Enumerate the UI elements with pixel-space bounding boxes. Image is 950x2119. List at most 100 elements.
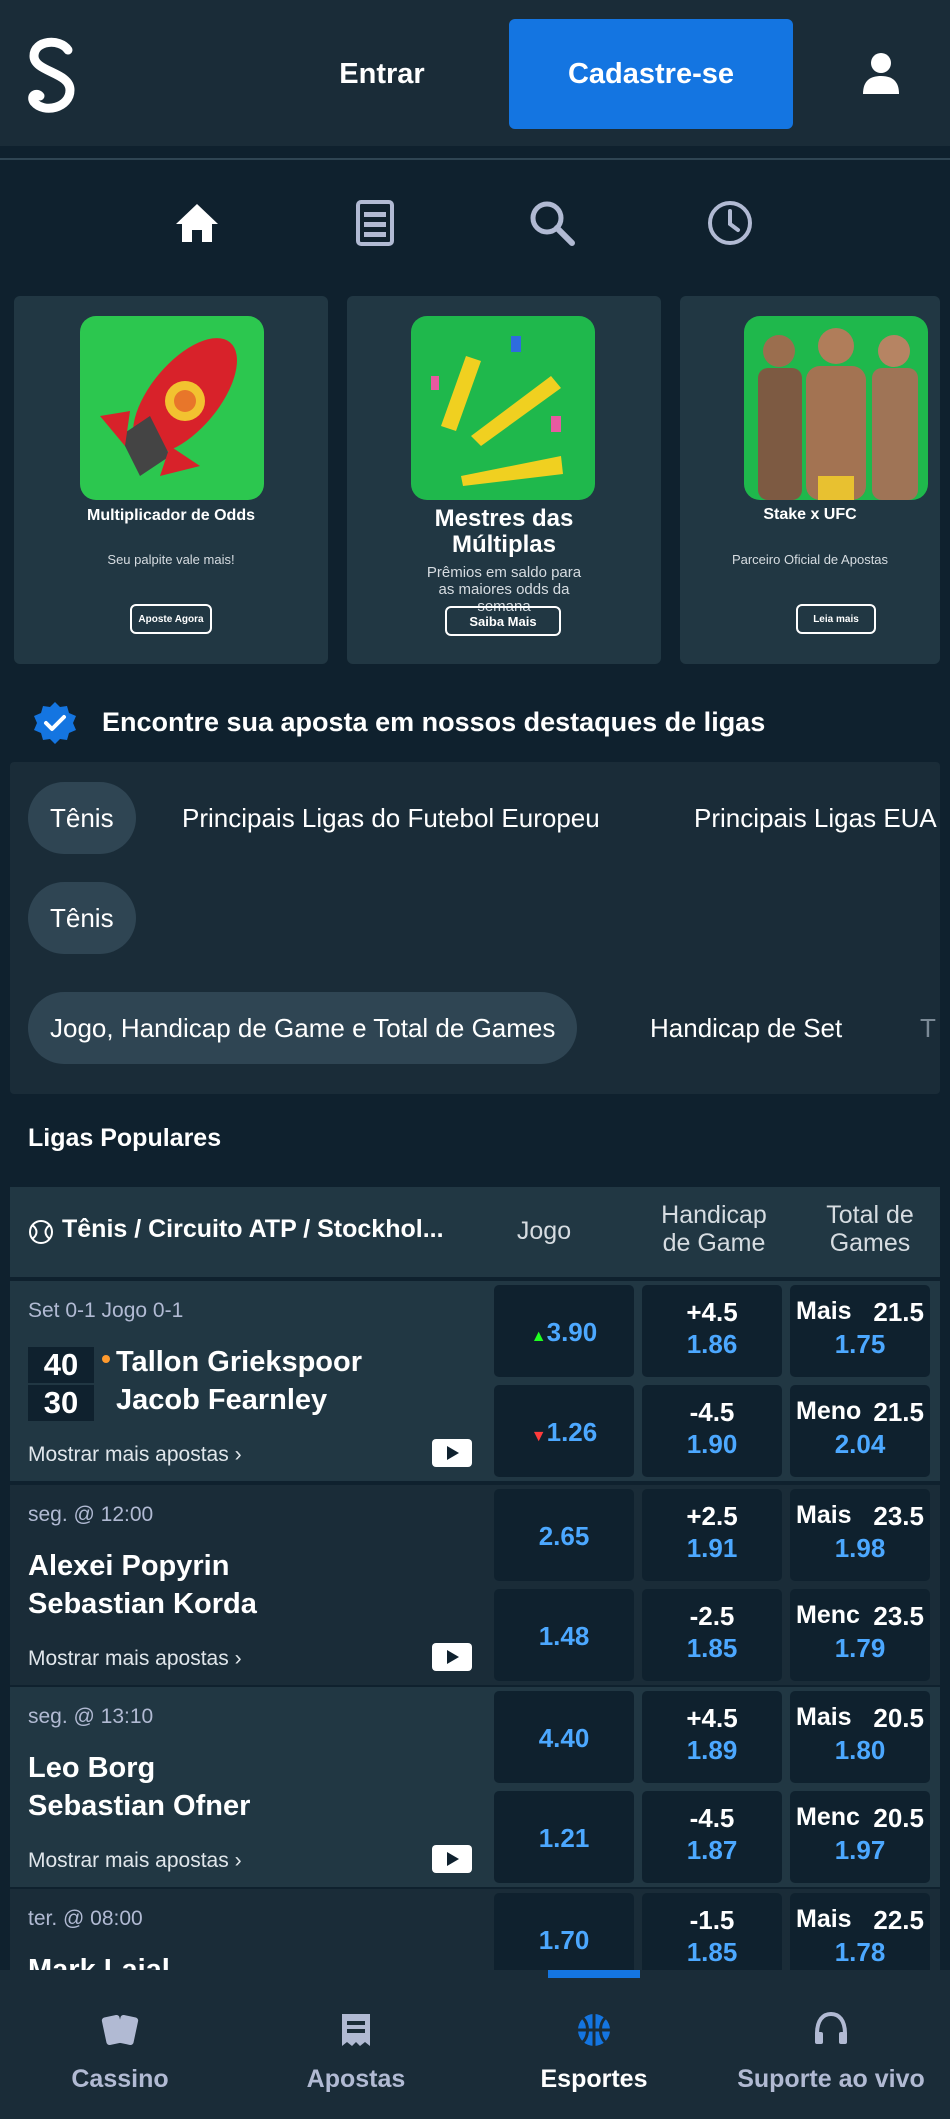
odd-jogo-1[interactable]: 4.40	[494, 1691, 634, 1783]
chip-market-jogo[interactable]: Jogo, Handicap de Game e Total de Games	[28, 992, 578, 1064]
tennis-ball-icon	[29, 1220, 53, 1244]
chip-market-more[interactable]: T	[916, 992, 940, 1064]
user-icon[interactable]	[861, 52, 901, 94]
handicap-line: +4.5	[686, 1297, 738, 1327]
bottom-nav-label: Apostas	[306, 2065, 406, 2093]
col-header-total-line2: Games	[829, 1229, 911, 1257]
total-odd: 1.97	[834, 1835, 886, 1865]
handicap-line: -4.5	[689, 1803, 735, 1833]
total-label: Meno	[796, 1397, 862, 1425]
odd-jogo-1[interactable]: 2.65	[494, 1489, 634, 1581]
odd-value: ▼1.26	[530, 1417, 598, 1447]
odd-total-over[interactable]: Mais 22.5 1.78	[790, 1893, 930, 1970]
rocket-image	[80, 316, 264, 500]
total-line: 21.5	[873, 1397, 924, 1427]
match-time: ter. @ 08:00	[28, 1907, 143, 1930]
headset-icon	[815, 2011, 847, 2044]
more-bets-link[interactable]: Mostrar mais apostas ›	[28, 1647, 242, 1671]
odd-jogo-1[interactable]: ▲3.90	[494, 1285, 634, 1377]
team2-name: Sebastian Korda	[28, 1588, 257, 1620]
total-odd: 1.79	[834, 1633, 886, 1663]
clock-icon[interactable]	[705, 198, 755, 248]
promo-card[interactable]: Multiplicador de Odds Seu palpite vale m…	[14, 296, 328, 664]
match-row[interactable]: Set 0-1 Jogo 0-1 40 30 Tallon Griekspoor…	[10, 1281, 940, 1481]
bottom-nav-esportes[interactable]: Esportes	[514, 1970, 674, 2119]
odd-jogo-2[interactable]: ▼1.26	[494, 1385, 634, 1477]
betslip-icon[interactable]	[350, 198, 400, 248]
odd-total-over[interactable]: Mais 21.5 1.75	[790, 1285, 930, 1377]
odd-handicap-2[interactable]: -4.5 1.90	[642, 1385, 782, 1477]
odd-value: 4.40	[538, 1723, 590, 1753]
league-name[interactable]: Tênis / Circuito ATP / Stockhol...	[62, 1215, 444, 1244]
match-row[interactable]: ter. @ 08:00 Mark Lajal 1.70 -1.5 1.85 M…	[10, 1889, 940, 1970]
total-line: 22.5	[873, 1905, 924, 1935]
col-header-handicap-line2: de Game	[662, 1229, 766, 1257]
odd-handicap-1[interactable]: +4.5 1.86	[642, 1285, 782, 1377]
odd-total-under[interactable]: Meno 21.5 2.04	[790, 1385, 930, 1477]
stake-logo[interactable]	[24, 36, 80, 116]
search-icon[interactable]	[527, 198, 577, 248]
more-bets-link[interactable]: Mostrar mais apostas ›	[28, 1849, 242, 1873]
col-header-total-line1: Total de	[826, 1201, 914, 1229]
team1-name: Leo Borg	[28, 1752, 156, 1784]
live-stream-icon[interactable]	[432, 1845, 472, 1873]
promo-title: Stake x UFC	[763, 506, 857, 523]
odd-jogo-2[interactable]: 1.48	[494, 1589, 634, 1681]
highlights-title: Encontre sua aposta em nossos destaques …	[102, 707, 766, 737]
match-time: seg. @ 13:10	[28, 1705, 154, 1728]
match-time: seg. @ 12:00	[28, 1503, 154, 1526]
odd-handicap-1[interactable]: -1.5 1.85	[642, 1893, 782, 1970]
chip-tenis[interactable]: Tênis	[28, 782, 136, 854]
total-odd: 1.75	[834, 1329, 886, 1359]
score-team2: 30	[28, 1385, 94, 1421]
odd-total-over[interactable]: Mais 23.5 1.98	[790, 1489, 930, 1581]
more-bets-link[interactable]: Mostrar mais apostas ›	[28, 1443, 242, 1467]
odd-handicap-2[interactable]: -2.5 1.85	[642, 1589, 782, 1681]
promo-cta-button[interactable]: Leia mais	[796, 604, 876, 634]
handicap-odd: 1.86	[686, 1329, 738, 1359]
login-button[interactable]: Entrar	[322, 44, 442, 104]
live-stream-icon[interactable]	[432, 1439, 472, 1467]
match-row[interactable]: seg. @ 13:10 Leo Borg Sebastian Ofner Mo…	[10, 1687, 940, 1887]
match-row[interactable]: seg. @ 12:00 Alexei Popyrin Sebastian Ko…	[10, 1485, 940, 1685]
basketball-icon	[578, 2014, 610, 2046]
odd-total-under[interactable]: Menc 20.5 1.97	[790, 1791, 930, 1883]
odd-jogo-2[interactable]: 1.21	[494, 1791, 634, 1883]
handicap-odd: 1.90	[686, 1429, 738, 1459]
total-line: 23.5	[873, 1601, 924, 1631]
odd-total-over[interactable]: Mais 20.5 1.80	[790, 1691, 930, 1783]
chip-futebol-europeu[interactable]: Principais Ligas do Futebol Europeu	[178, 782, 604, 854]
promo-card[interactable]: Stake x UFC Parceiro Oficial de Apostas …	[680, 296, 940, 664]
register-button[interactable]: Cadastre-se	[509, 19, 793, 129]
chip-market-handicap-set[interactable]: Handicap de Set	[646, 992, 846, 1064]
odd-jogo-1[interactable]: 1.70	[494, 1893, 634, 1970]
bottom-nav-suporte[interactable]: Suporte ao vivo	[726, 1970, 936, 2119]
match-status: Set 0-1 Jogo 0-1	[28, 1299, 184, 1322]
handicap-odd: 1.87	[686, 1835, 738, 1865]
promo-cta-button[interactable]: Aposte Agora	[130, 604, 212, 634]
odd-handicap-2[interactable]: -4.5 1.87	[642, 1791, 782, 1883]
bottom-nav-cassino[interactable]: Cassino	[40, 1970, 200, 2119]
odd-value: 1.21	[538, 1823, 590, 1853]
promo-cta-button[interactable]: Saiba Mais	[445, 606, 561, 636]
total-line: 20.5	[873, 1703, 924, 1733]
bottom-nav-label: Cassino	[71, 2065, 169, 2093]
handicap-odd: 1.85	[686, 1937, 738, 1967]
top-header: Entrar Cadastre-se	[0, 0, 950, 146]
odd-handicap-1[interactable]: +2.5 1.91	[642, 1489, 782, 1581]
score-team1: 40	[28, 1347, 94, 1383]
promo-card[interactable]: Mestres das Múltiplas Prêmios em saldo p…	[347, 296, 661, 664]
chip-tenis-sub[interactable]: Tênis	[28, 882, 136, 954]
promo-subtitle: Seu palpite vale mais!	[107, 552, 235, 567]
team2-name: Sebastian Ofner	[28, 1790, 251, 1822]
handicap-line: +4.5	[686, 1703, 738, 1733]
bottom-nav-apostas[interactable]: Apostas	[276, 1970, 436, 2119]
popular-leagues-title: Ligas Populares	[28, 1124, 222, 1152]
party-horns-image	[411, 316, 595, 500]
live-stream-icon[interactable]	[432, 1643, 472, 1671]
odd-total-under[interactable]: Menc 23.5 1.79	[790, 1589, 930, 1681]
home-icon[interactable]	[172, 198, 222, 248]
chip-ligas-eua[interactable]: Principais Ligas EUA	[690, 782, 940, 854]
odd-handicap-1[interactable]: +4.5 1.89	[642, 1691, 782, 1783]
total-label: Mais	[796, 1501, 852, 1529]
